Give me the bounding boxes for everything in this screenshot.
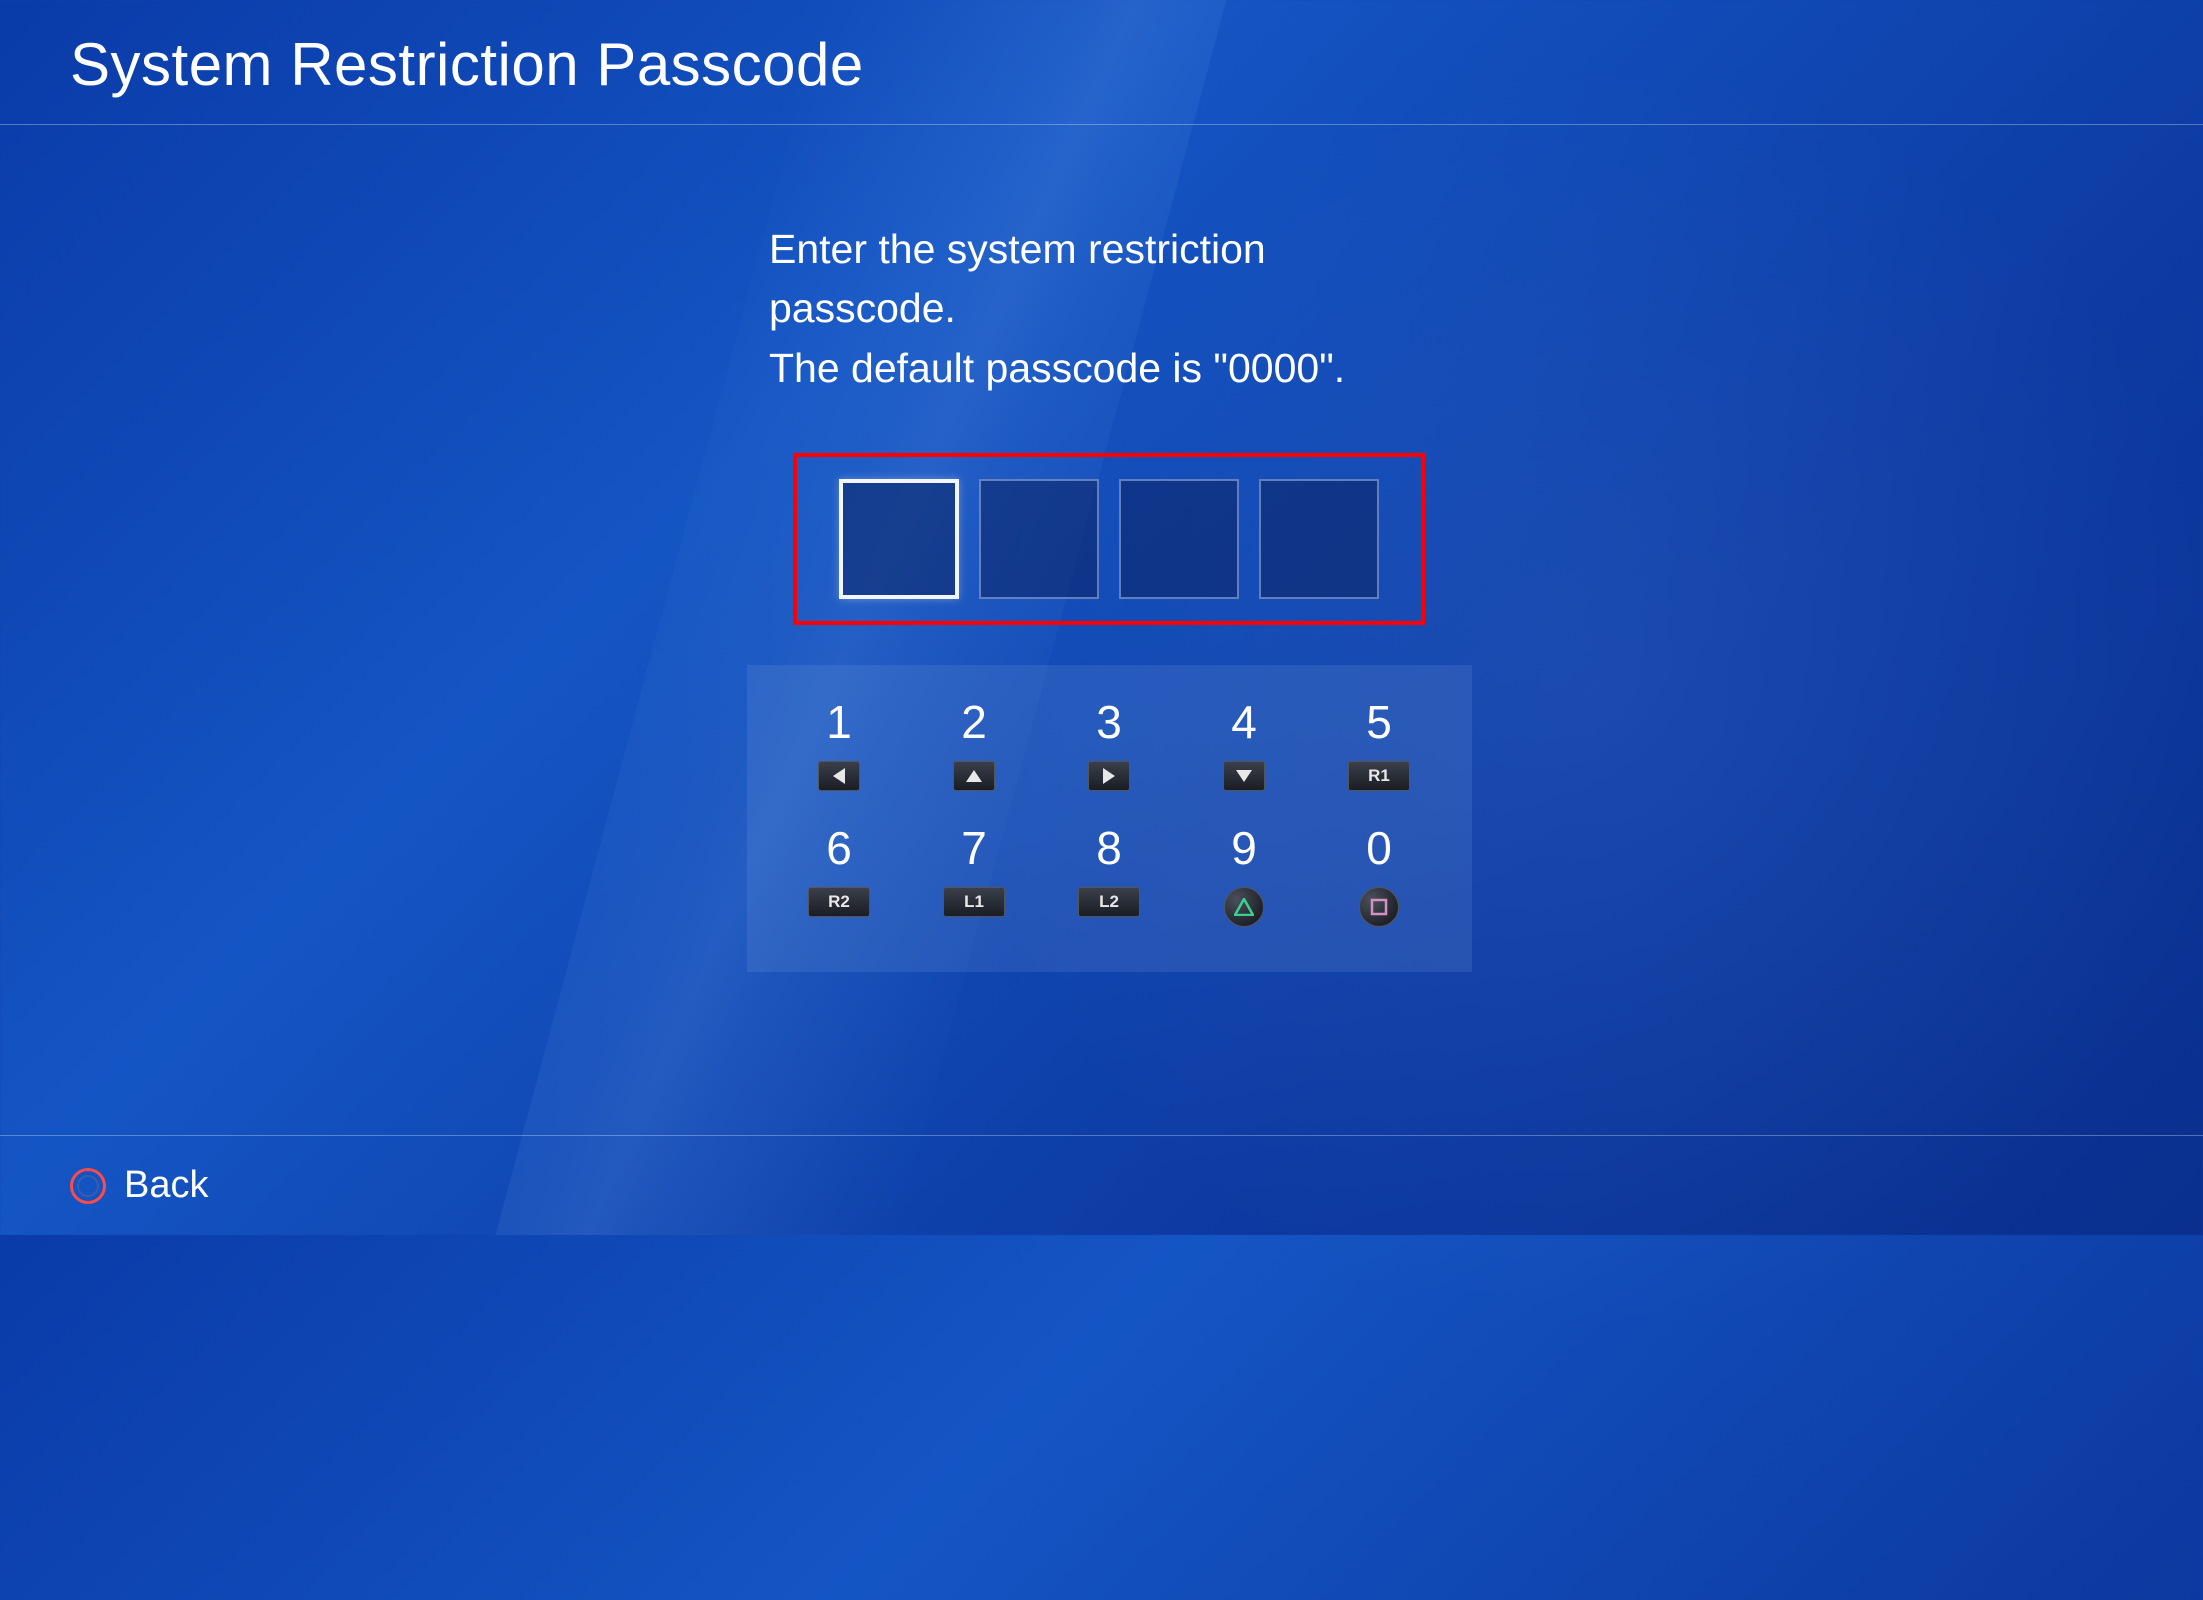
dpad-up-icon xyxy=(953,761,995,791)
r1-button-icon: R1 xyxy=(1348,761,1410,791)
dpad-down-icon xyxy=(1223,761,1265,791)
r2-button-icon: R2 xyxy=(808,887,870,917)
passcode-digit-3[interactable] xyxy=(1119,479,1239,599)
keypad-key-7[interactable]: 7 L1 xyxy=(937,821,1012,927)
triangle-button-icon xyxy=(1224,887,1264,927)
keypad-digit-label: 7 xyxy=(961,821,987,875)
page-header: System Restriction Passcode xyxy=(0,0,2203,125)
passcode-digit-4[interactable] xyxy=(1259,479,1379,599)
dpad-right-icon xyxy=(1088,761,1130,791)
keypad-digit-label: 9 xyxy=(1231,821,1257,875)
passcode-input-highlight xyxy=(793,453,1425,625)
keypad-digit-label: 5 xyxy=(1366,695,1392,749)
keypad-digit-label: 0 xyxy=(1366,821,1392,875)
instruction-line-2: The default passcode is "0000". xyxy=(769,339,1449,398)
keypad-key-5[interactable]: 5 R1 xyxy=(1342,695,1417,791)
keypad-key-1[interactable]: 1 xyxy=(802,695,877,791)
l1-button-icon: L1 xyxy=(943,887,1005,917)
keypad-key-9[interactable]: 9 xyxy=(1207,821,1282,927)
circle-button-icon xyxy=(70,1168,106,1204)
back-button[interactable]: Back xyxy=(70,1164,2133,1207)
keypad: 1 2 3 4 5 R1 xyxy=(747,665,1472,972)
keypad-digit-label: 4 xyxy=(1231,695,1257,749)
instruction-text: Enter the system restriction passcode. T… xyxy=(769,220,1449,398)
page-title: System Restriction Passcode xyxy=(70,30,2133,99)
keypad-digit-label: 3 xyxy=(1096,695,1122,749)
square-button-icon xyxy=(1359,887,1399,927)
keypad-digit-label: 8 xyxy=(1096,821,1122,875)
main-content: Enter the system restriction passcode. T… xyxy=(0,125,2203,972)
keypad-digit-label: 6 xyxy=(826,821,852,875)
passcode-digit-2[interactable] xyxy=(979,479,1099,599)
keypad-key-0[interactable]: 0 xyxy=(1342,821,1417,927)
back-label: Back xyxy=(124,1164,208,1207)
keypad-key-3[interactable]: 3 xyxy=(1072,695,1147,791)
dpad-left-icon xyxy=(818,761,860,791)
instruction-line-1: Enter the system restriction passcode. xyxy=(769,220,1449,339)
keypad-digit-label: 2 xyxy=(961,695,987,749)
keypad-key-2[interactable]: 2 xyxy=(937,695,1012,791)
keypad-key-8[interactable]: 8 L2 xyxy=(1072,821,1147,927)
l2-button-icon: L2 xyxy=(1078,887,1140,917)
footer-bar: Back xyxy=(0,1135,2203,1235)
keypad-key-4[interactable]: 4 xyxy=(1207,695,1282,791)
keypad-digit-label: 1 xyxy=(826,695,852,749)
passcode-digit-1[interactable] xyxy=(839,479,959,599)
keypad-key-6[interactable]: 6 R2 xyxy=(802,821,877,927)
